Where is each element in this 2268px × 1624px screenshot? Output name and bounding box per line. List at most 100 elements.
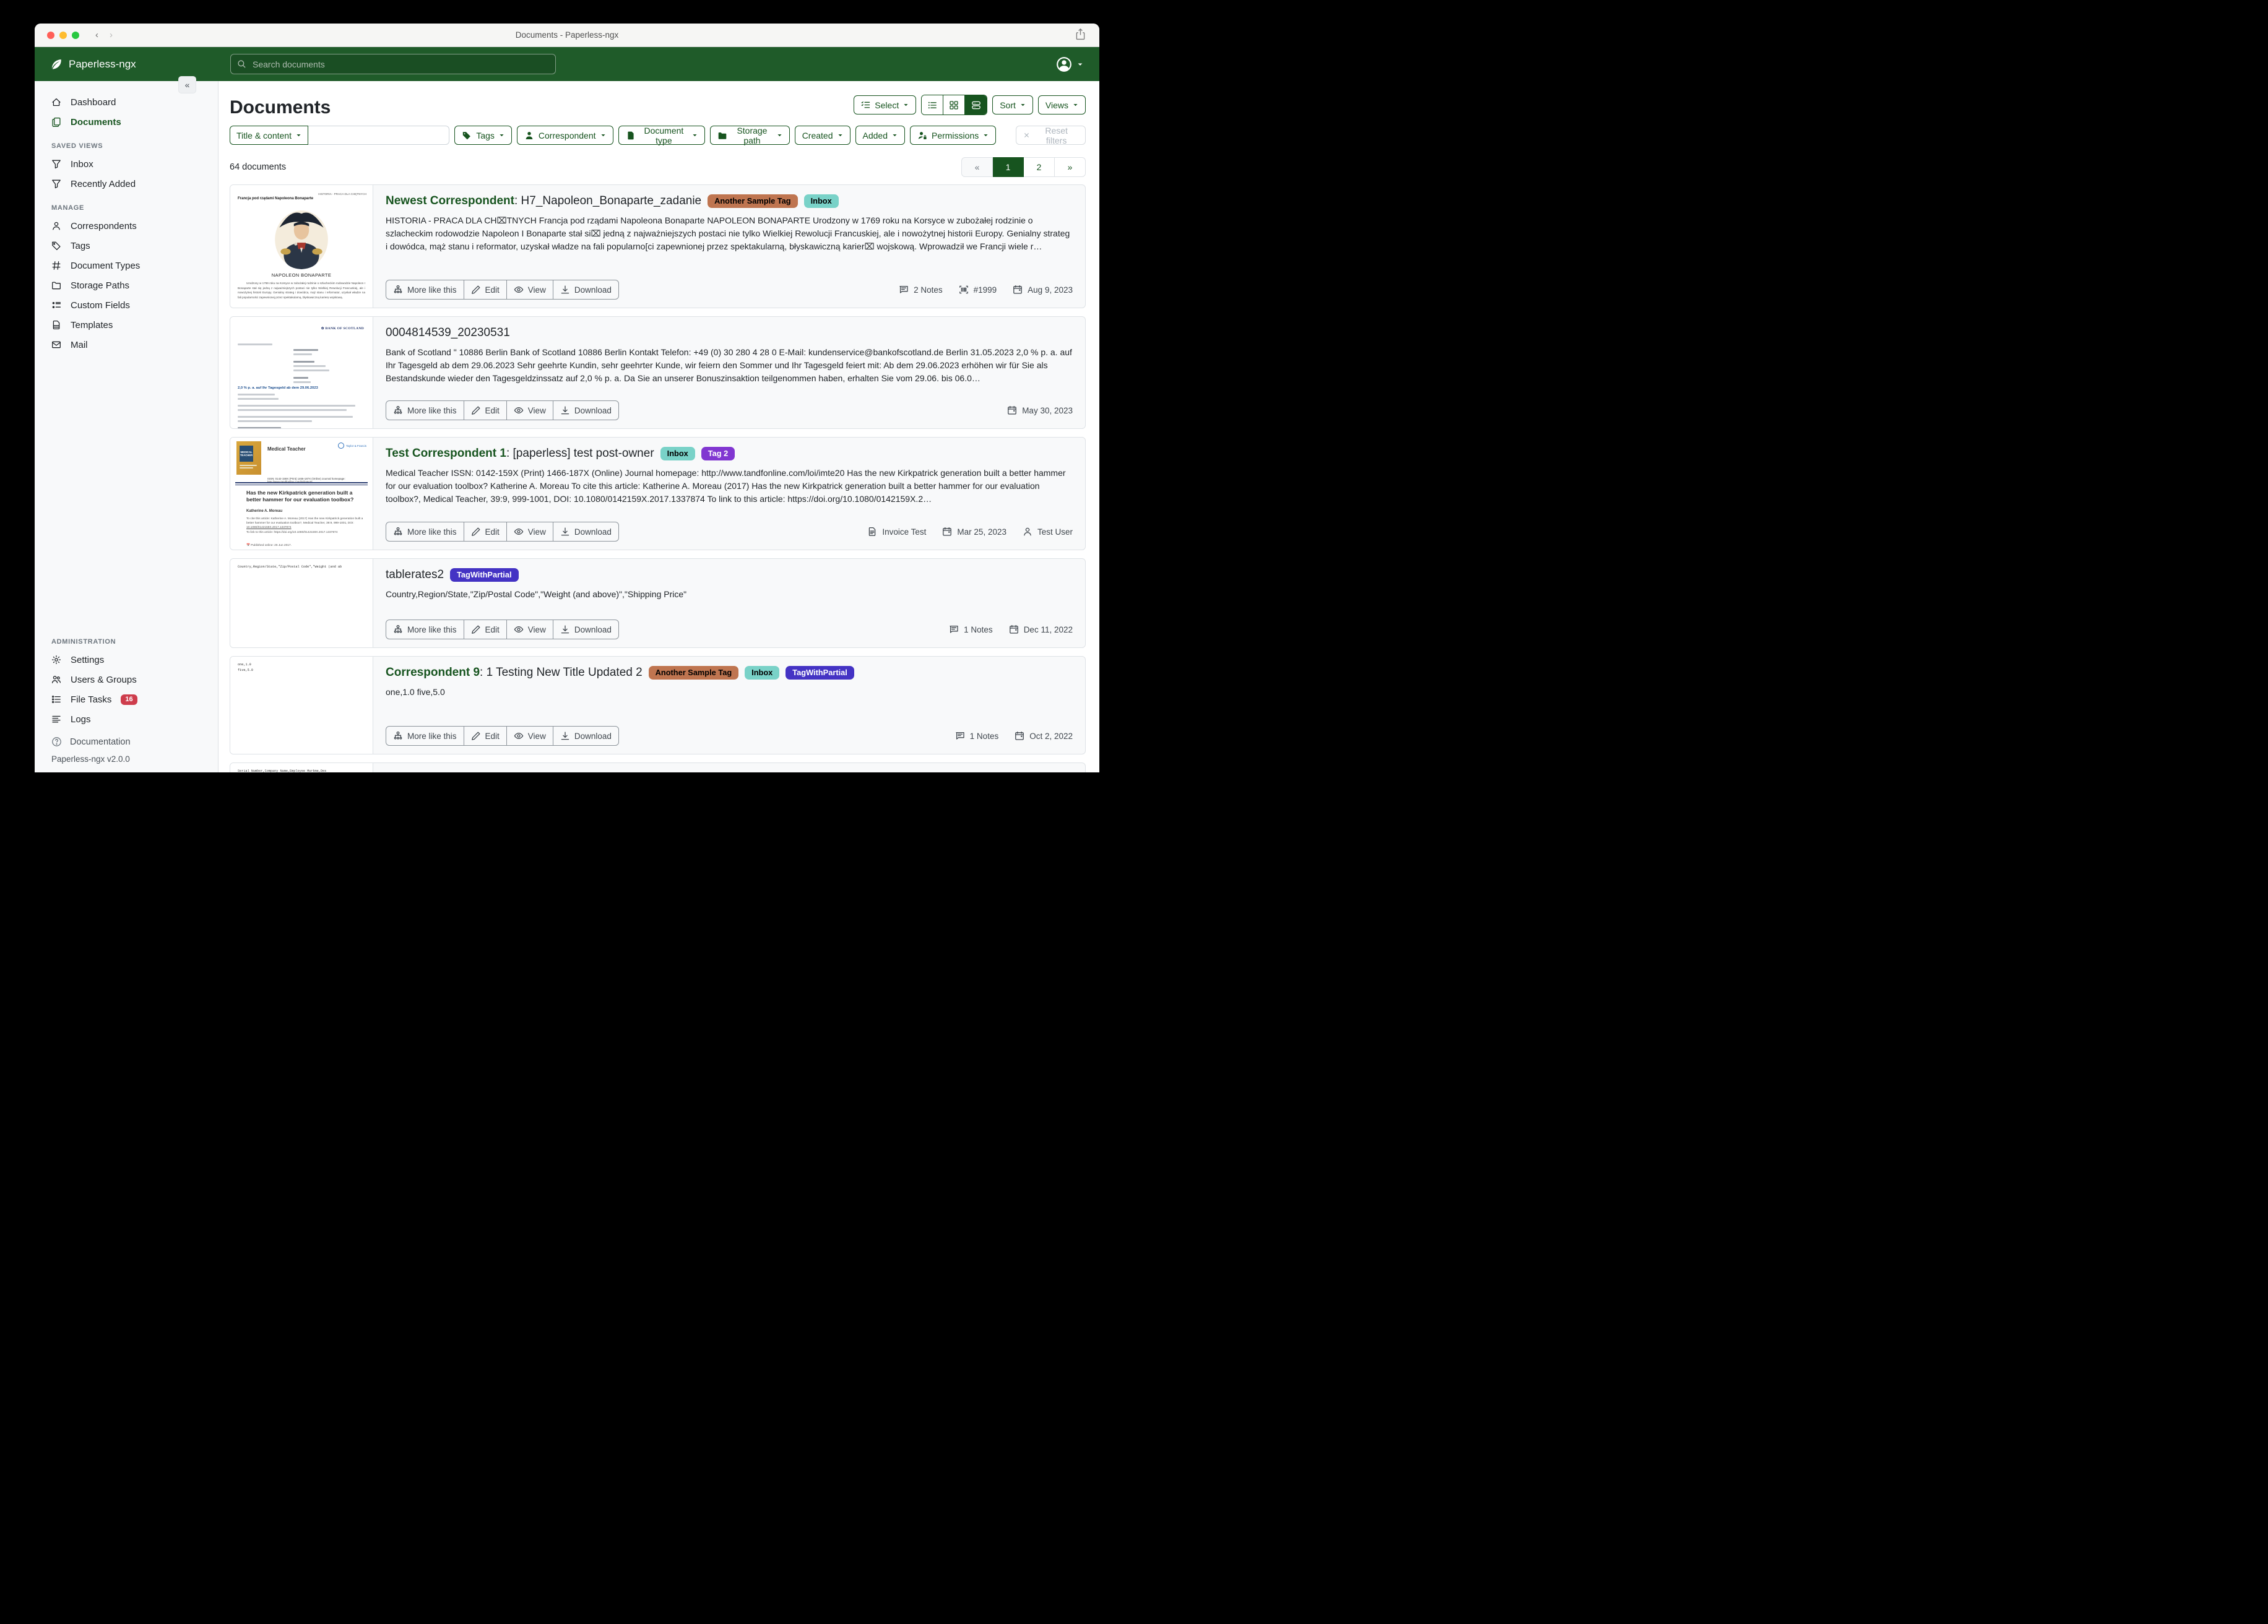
view-button[interactable]: View (507, 522, 553, 542)
edit-button[interactable]: Edit (464, 280, 507, 300)
more-like-this-button[interactable]: More like this (386, 400, 464, 420)
view-button[interactable]: View (507, 400, 553, 420)
document-thumbnail[interactable]: Serial Number,Company Name,Employee Mark… (230, 763, 373, 772)
sidebar-item-correspondents[interactable]: Correspondents (35, 216, 218, 236)
sidebar-item-file-tasks[interactable]: File Tasks 16 (35, 689, 218, 709)
list-view-button[interactable] (922, 95, 943, 114)
view-button[interactable]: View (507, 280, 553, 300)
more-like-this-button[interactable]: More like this (386, 280, 464, 300)
select-button[interactable]: Select (854, 95, 916, 114)
sitemap-icon (393, 624, 403, 634)
edit-button[interactable]: Edit (464, 620, 507, 639)
sidebar-item-document-types[interactable]: Document Types (35, 256, 218, 275)
edit-button[interactable]: Edit (464, 400, 507, 420)
download-button[interactable]: Download (553, 726, 619, 746)
filter-storage-path-button[interactable]: Storage path (710, 126, 789, 145)
page-next-button[interactable]: » (1055, 157, 1086, 177)
grid-view-button[interactable] (943, 95, 965, 114)
more-like-this-button[interactable]: More like this (386, 620, 464, 639)
download-button[interactable]: Download (553, 522, 619, 542)
more-like-this-button[interactable]: More like this (386, 726, 464, 746)
download-button[interactable]: Download (553, 620, 619, 639)
meta-1-notes[interactable]: 1 Notes (949, 624, 993, 634)
document-thumbnail[interactable]: MEDICAL TEACHER Taylor & Francis Medical… (230, 438, 373, 550)
user-menu[interactable] (1055, 56, 1083, 73)
tag-inbox[interactable]: Inbox (745, 666, 779, 680)
page-2-button[interactable]: 2 (1024, 157, 1055, 177)
browser-back-icon[interactable]: ‹ (95, 30, 98, 40)
tag-tagwithpartial[interactable]: TagWithPartial (450, 568, 519, 582)
sort-button[interactable]: Sort (992, 95, 1033, 114)
document-title[interactable]: 1 Testing New Title Updated 2 (487, 666, 643, 679)
tag-another-sample-tag[interactable]: Another Sample Tag (649, 666, 738, 680)
document-thumbnail[interactable]: Country,Region/State,"Zip/Postal Code","… (230, 559, 373, 647)
sidebar-item-mail[interactable]: Mail (35, 335, 218, 355)
share-icon[interactable] (1075, 28, 1086, 40)
tag-inbox[interactable]: Inbox (804, 194, 839, 209)
tag-another-sample-tag[interactable]: Another Sample Tag (708, 194, 797, 209)
view-button[interactable]: View (507, 620, 553, 639)
tag-tagwithpartial[interactable]: TagWithPartial (786, 666, 854, 680)
traffic-lights (47, 32, 79, 39)
meta-1-notes[interactable]: 1 Notes (955, 731, 999, 741)
more-like-this-button[interactable]: More like this (386, 522, 464, 542)
app-brand[interactable]: Paperless-ngx (50, 58, 136, 71)
document-thumbnail[interactable]: one,1.0 five,5.0 (230, 657, 373, 754)
page-prev-button[interactable]: « (961, 157, 993, 177)
sidebar-item-users-groups[interactable]: Users & Groups (35, 670, 218, 689)
document-correspondent[interactable]: Correspondent 9 (386, 666, 480, 679)
document-content-preview: Bank of Scotland " 10886 Berlin Bank of … (386, 346, 1073, 386)
filter-query-input[interactable] (308, 126, 449, 145)
sidebar-item-settings[interactable]: Settings (35, 650, 218, 670)
document-correspondent[interactable]: Newest Correspondent (386, 194, 514, 207)
sidebar-item-label: Custom Fields (71, 300, 130, 311)
caret-down-icon (1073, 102, 1078, 108)
close-window-button[interactable] (47, 32, 54, 39)
view-button[interactable]: View (507, 726, 553, 746)
edit-button[interactable]: Edit (464, 522, 507, 542)
sidebar-item-documents[interactable]: Documents (35, 112, 218, 132)
minimize-window-button[interactable] (59, 32, 67, 39)
edit-button[interactable]: Edit (464, 726, 507, 746)
sidebar-item-tags[interactable]: Tags (35, 236, 218, 256)
sidebar-item-documentation[interactable]: Documentation (35, 733, 218, 751)
tag-tag-2[interactable]: Tag 2 (701, 447, 735, 461)
download-button[interactable]: Download (553, 280, 619, 300)
question-circle-icon (51, 736, 62, 747)
filter-document-type-button[interactable]: Document type (618, 126, 706, 145)
filter-permissions-button[interactable]: Permissions (910, 126, 996, 145)
sidebar-item-custom-fields[interactable]: Custom Fields (35, 295, 218, 315)
browser-forward-icon[interactable]: › (110, 30, 113, 40)
search-input[interactable] (251, 59, 549, 70)
zoom-window-button[interactable] (72, 32, 79, 39)
meta-2-notes[interactable]: 2 Notes (899, 285, 943, 295)
sidebar-item-inbox[interactable]: Inbox (35, 154, 218, 174)
filter-created-button[interactable]: Created (795, 126, 850, 145)
filter-added-button[interactable]: Added (855, 126, 905, 145)
document-title[interactable]: 0004814539_20230531 (386, 326, 510, 339)
document-actions: More like thisEditViewDownload (386, 620, 619, 639)
reset-filters-button[interactable]: Reset filters (1016, 126, 1086, 145)
tag-inbox[interactable]: Inbox (660, 447, 695, 461)
sidebar-collapse-button[interactable]: « (178, 76, 196, 93)
sidebar-item-recently-added[interactable]: Recently Added (35, 174, 218, 194)
detail-view-button[interactable] (965, 95, 987, 114)
document-correspondent[interactable]: Test Correspondent 1 (386, 447, 506, 460)
sidebar-item-storage-paths[interactable]: Storage Paths (35, 275, 218, 295)
filter-tags-button[interactable]: Tags (454, 126, 512, 145)
document-title[interactable]: tablerates2 (386, 568, 444, 581)
document-thumbnail[interactable]: ✿ BANK OF SCOTLAND 2,0 % p. a. auf Ihr T… (230, 317, 373, 428)
sitemap-icon (393, 285, 403, 295)
sidebar: Dashboard Documents Saved views Inbox Re… (35, 81, 219, 772)
views-button[interactable]: Views (1038, 95, 1086, 114)
document-title[interactable]: [paperless] test post-owner (513, 447, 654, 460)
sidebar-item-dashboard[interactable]: Dashboard (35, 92, 218, 112)
document-title[interactable]: H7_Napoleon_Bonaparte_zadanie (521, 194, 702, 207)
sidebar-item-logs[interactable]: Logs (35, 709, 218, 729)
page-1-button[interactable]: 1 (993, 157, 1024, 177)
download-button[interactable]: Download (553, 400, 619, 420)
filter-field-dropdown[interactable]: Title & content (230, 126, 308, 145)
document-thumbnail[interactable]: HISTORIA - PRACA DLA CHĘTNYCH Francja po… (230, 185, 373, 308)
filter-correspondent-button[interactable]: Correspondent (517, 126, 613, 145)
sidebar-item-templates[interactable]: Templates (35, 315, 218, 335)
